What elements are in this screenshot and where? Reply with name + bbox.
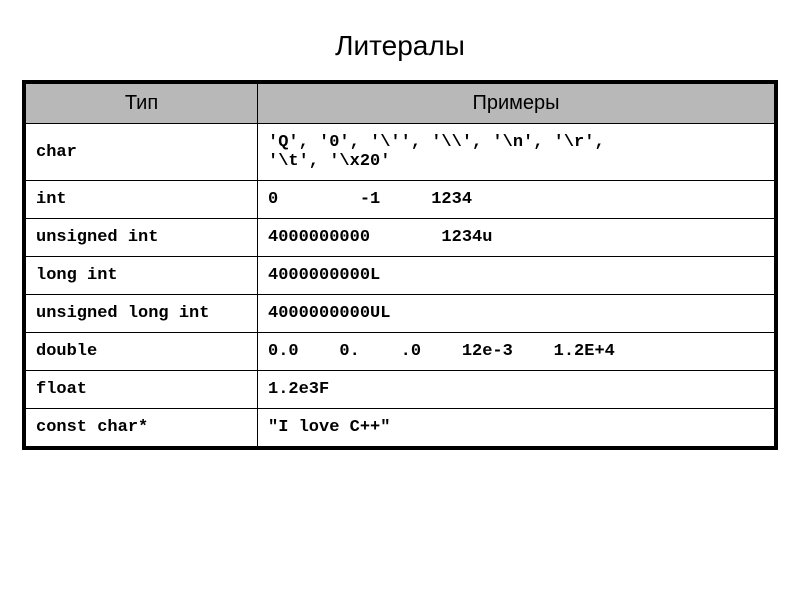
table-row: const char* "I love C++" (26, 409, 775, 447)
table-row: long int 4000000000L (26, 257, 775, 295)
cell-type: const char* (26, 409, 258, 447)
cell-type: char (26, 124, 258, 181)
cell-type: double (26, 333, 258, 371)
cell-examples: 0.0 0. .0 12e-3 1.2E+4 (258, 333, 775, 371)
literals-table: Тип Примеры char 'Q', '0', '\'', '\\', '… (25, 83, 775, 447)
page-title: Литералы (20, 30, 780, 62)
table-header-row: Тип Примеры (26, 84, 775, 124)
table-row: float 1.2e3F (26, 371, 775, 409)
cell-examples: 4000000000 1234u (258, 219, 775, 257)
table-row: unsigned long int 4000000000UL (26, 295, 775, 333)
cell-type: int (26, 181, 258, 219)
cell-examples: 4000000000UL (258, 295, 775, 333)
header-examples: Примеры (258, 84, 775, 124)
cell-type: unsigned long int (26, 295, 258, 333)
cell-examples: 4000000000L (258, 257, 775, 295)
table-row: double 0.0 0. .0 12e-3 1.2E+4 (26, 333, 775, 371)
literals-table-wrap: Тип Примеры char 'Q', '0', '\'', '\\', '… (22, 80, 778, 450)
table-row: char 'Q', '0', '\'', '\\', '\n', '\r', '… (26, 124, 775, 181)
table-row: int 0 -1 1234 (26, 181, 775, 219)
cell-type: float (26, 371, 258, 409)
table-row: unsigned int 4000000000 1234u (26, 219, 775, 257)
cell-examples: 0 -1 1234 (258, 181, 775, 219)
cell-type: long int (26, 257, 258, 295)
cell-examples: 1.2e3F (258, 371, 775, 409)
cell-examples: 'Q', '0', '\'', '\\', '\n', '\r', '\t', … (258, 124, 775, 181)
cell-examples: "I love C++" (258, 409, 775, 447)
cell-type: unsigned int (26, 219, 258, 257)
header-type: Тип (26, 84, 258, 124)
